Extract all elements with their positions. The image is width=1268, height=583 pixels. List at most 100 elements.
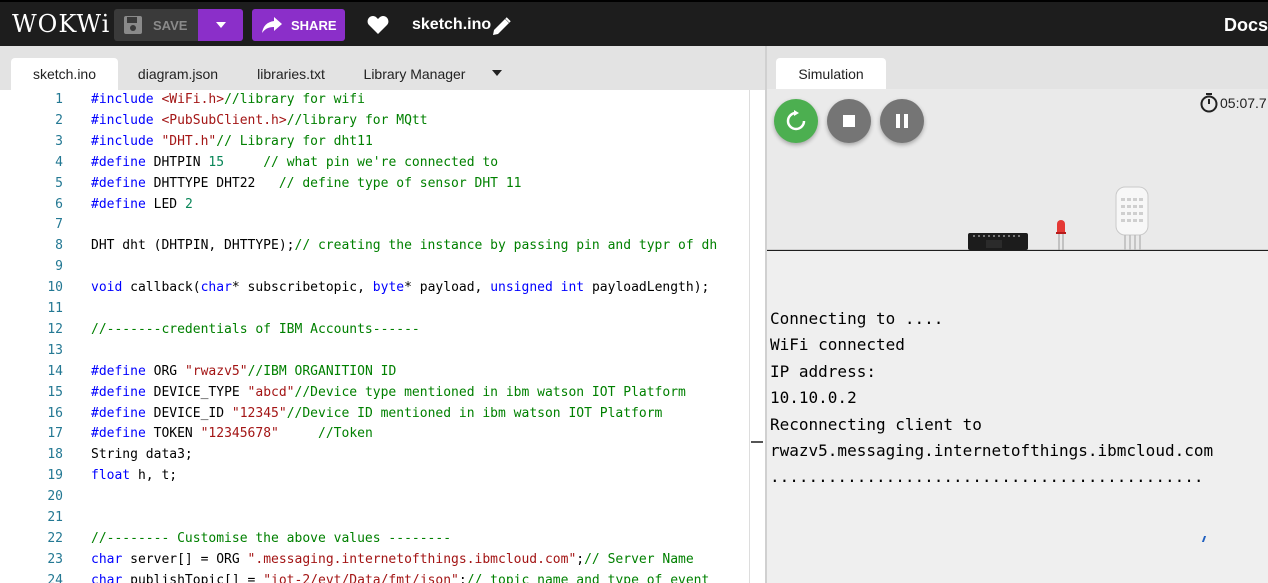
line-number: 16 — [47, 405, 63, 421]
tab-simulation[interactable]: Simulation — [776, 58, 886, 89]
save-options-dropdown[interactable] — [198, 9, 243, 41]
code-line[interactable]: 4 #define DHTPIN 15 // what pin we're con… — [0, 154, 765, 175]
line-number: 11 — [47, 301, 63, 316]
esp32-board[interactable] — [968, 233, 1028, 250]
line-number: 3 — [55, 133, 63, 149]
line-number: 9 — [55, 259, 63, 275]
line-code: char publishTopic[] = "iot-2/evt/Data/fm… — [91, 572, 710, 583]
code-line[interactable]: 13 — [0, 342, 765, 363]
code-line[interactable]: 10 void callback(char* subscribetopic, by… — [0, 279, 765, 300]
tab-sketch-ino[interactable]: sketch.ino — [11, 58, 118, 90]
code-line[interactable]: 22 //-------- Customise the above values … — [0, 530, 765, 551]
line-number: 2 — [55, 112, 63, 128]
serial-output-line: Connecting to .... — [770, 309, 944, 328]
tab-diagram-json[interactable]: diagram.json — [124, 58, 232, 90]
save-button[interactable]: SAVE — [114, 9, 198, 41]
line-code: #define DEVICE_ID "12345"//Device ID men… — [91, 405, 663, 421]
code-line[interactable]: 20 — [0, 488, 765, 509]
line-code: #define LED 2 — [91, 196, 193, 212]
line-number: 12 — [47, 321, 63, 337]
restart-icon — [786, 110, 806, 131]
stop-simulation-button[interactable] — [827, 99, 871, 143]
line-code: void callback(char* subscribetopic, byte… — [91, 280, 710, 296]
line-number: 20 — [47, 489, 63, 505]
code-line[interactable]: 6 #define LED 2 — [0, 196, 765, 217]
top-bar: WOKWi SAVE SHARE sketch.ino Docs — [0, 0, 1268, 46]
tab-libraries-txt[interactable]: libraries.txt — [244, 58, 338, 90]
code-line[interactable]: 18 String data3; — [0, 446, 765, 467]
code-line[interactable]: 7 — [0, 216, 765, 237]
circuit-components[interactable] — [962, 184, 1162, 250]
dht22-sensor[interactable] — [1115, 186, 1149, 250]
code-line[interactable]: 12 //-------credentials of IBM Accounts--… — [0, 321, 765, 342]
code-line[interactable]: 17 #define TOKEN "12345678" //Token — [0, 425, 765, 446]
save-label: SAVE — [153, 17, 188, 33]
line-number: 5 — [55, 175, 63, 191]
serial-output-line: Reconnecting client to — [770, 414, 982, 434]
line-number: 15 — [47, 384, 63, 400]
line-number: 1 — [55, 92, 63, 107]
code-line[interactable]: 11 — [0, 300, 765, 321]
restart-simulation-button[interactable] — [774, 99, 818, 143]
code-editor[interactable]: 1 #include <WiFi.h>//library for wifi 2 #in… — [0, 90, 765, 583]
text-cursor — [1201, 536, 1207, 542]
line-code: DHT dht (DHTPIN, DHTTYPE);// creating th… — [91, 238, 718, 254]
line-code: #define TOKEN "12345678" //Token — [91, 426, 373, 442]
code-line[interactable]: 2 #include <PubSubClient.h>//library for … — [0, 112, 765, 133]
serial-output-line: 10.10.0.2 — [770, 388, 857, 408]
line-number: 21 — [47, 510, 63, 525]
code-line[interactable]: 1 #include <WiFi.h>//library for wifi — [0, 91, 765, 112]
line-code: //-------- Customise the above values --… — [91, 530, 452, 546]
editor-scrollbar[interactable] — [749, 90, 765, 583]
serial-output-line: WiFi connected — [770, 335, 905, 355]
tab-library-manager[interactable]: Library Manager — [352, 58, 477, 90]
wokwi-logo[interactable]: WOKWi — [12, 10, 110, 38]
heart-icon[interactable] — [367, 15, 389, 35]
line-number: 6 — [55, 196, 63, 212]
serial-output-line: ........................................… — [770, 467, 1204, 487]
floppy-disk-icon — [124, 16, 142, 34]
pause-simulation-button[interactable] — [880, 99, 924, 143]
caret-down-icon — [215, 22, 226, 28]
line-number: 17 — [47, 426, 63, 442]
share-button[interactable]: SHARE — [252, 9, 345, 41]
code-line[interactable]: 9 — [0, 258, 765, 279]
code-line[interactable]: 24 char publishTopic[] = "iot-2/evt/Data/… — [0, 572, 765, 583]
scroll-position-marker — [751, 441, 763, 443]
line-number: 10 — [47, 280, 63, 296]
line-code: #include <WiFi.h>//library for wifi — [91, 92, 365, 107]
code-line[interactable]: 5 #define DHTTYPE DHT22 // define type of… — [0, 175, 765, 196]
simulation-timer: 05:07.7 — [1200, 93, 1267, 113]
tabs-menu-caret-icon[interactable] — [492, 70, 502, 76]
pause-icon — [896, 114, 908, 128]
line-number: 18 — [47, 447, 63, 463]
serial-output-line: IP address: — [770, 361, 876, 381]
project-title[interactable]: sketch.ino — [412, 16, 491, 34]
code-line[interactable]: 3 #include "DHT.h"// Library for dht11 — [0, 133, 765, 154]
simulation-canvas[interactable]: 05:07.7 — [767, 89, 1268, 250]
line-number: 19 — [47, 468, 63, 484]
line-code: #define ORG "rwazv5"//IBM ORGANITION ID — [91, 363, 397, 379]
line-number: 7 — [55, 217, 63, 233]
code-line[interactable]: 8 DHT dht (DHTPIN, DHTTYPE);// creating t… — [0, 237, 765, 258]
line-code: String data3; — [91, 447, 193, 463]
code-line[interactable]: 21 — [0, 509, 765, 530]
code-line[interactable]: 23 char server[] = ORG ".messaging.intern… — [0, 551, 765, 572]
code-line[interactable]: 15 #define DEVICE_TYPE "abcd"//Device typ… — [0, 384, 765, 405]
red-led[interactable] — [1056, 220, 1066, 250]
code-line[interactable]: 16 #define DEVICE_ID "12345"//Device ID m… — [0, 405, 765, 426]
pencil-icon[interactable] — [492, 17, 511, 36]
serial-monitor[interactable]: Connecting to .... WiFi connected IP addre… — [767, 251, 1268, 583]
line-code: #define DEVICE_TYPE "abcd"//Device type … — [91, 384, 686, 400]
code-line[interactable]: 19 float h, t; — [0, 467, 765, 488]
simulation-tabs: Simulation — [767, 46, 1268, 89]
line-number: 8 — [55, 238, 63, 254]
serial-output-line: rwazv5.messaging.internetofthings.ibmclo… — [770, 441, 1214, 460]
code-line[interactable]: 14 #define ORG "rwazv5"//IBM ORGANITION I… — [0, 363, 765, 384]
line-number: 24 — [47, 572, 63, 583]
line-number: 13 — [47, 342, 63, 358]
docs-link[interactable]: Docs — [1224, 15, 1268, 36]
share-arrow-icon — [262, 17, 282, 33]
line-code: //-------credentials of IBM Accounts----… — [91, 321, 420, 337]
share-label: SHARE — [291, 17, 337, 33]
